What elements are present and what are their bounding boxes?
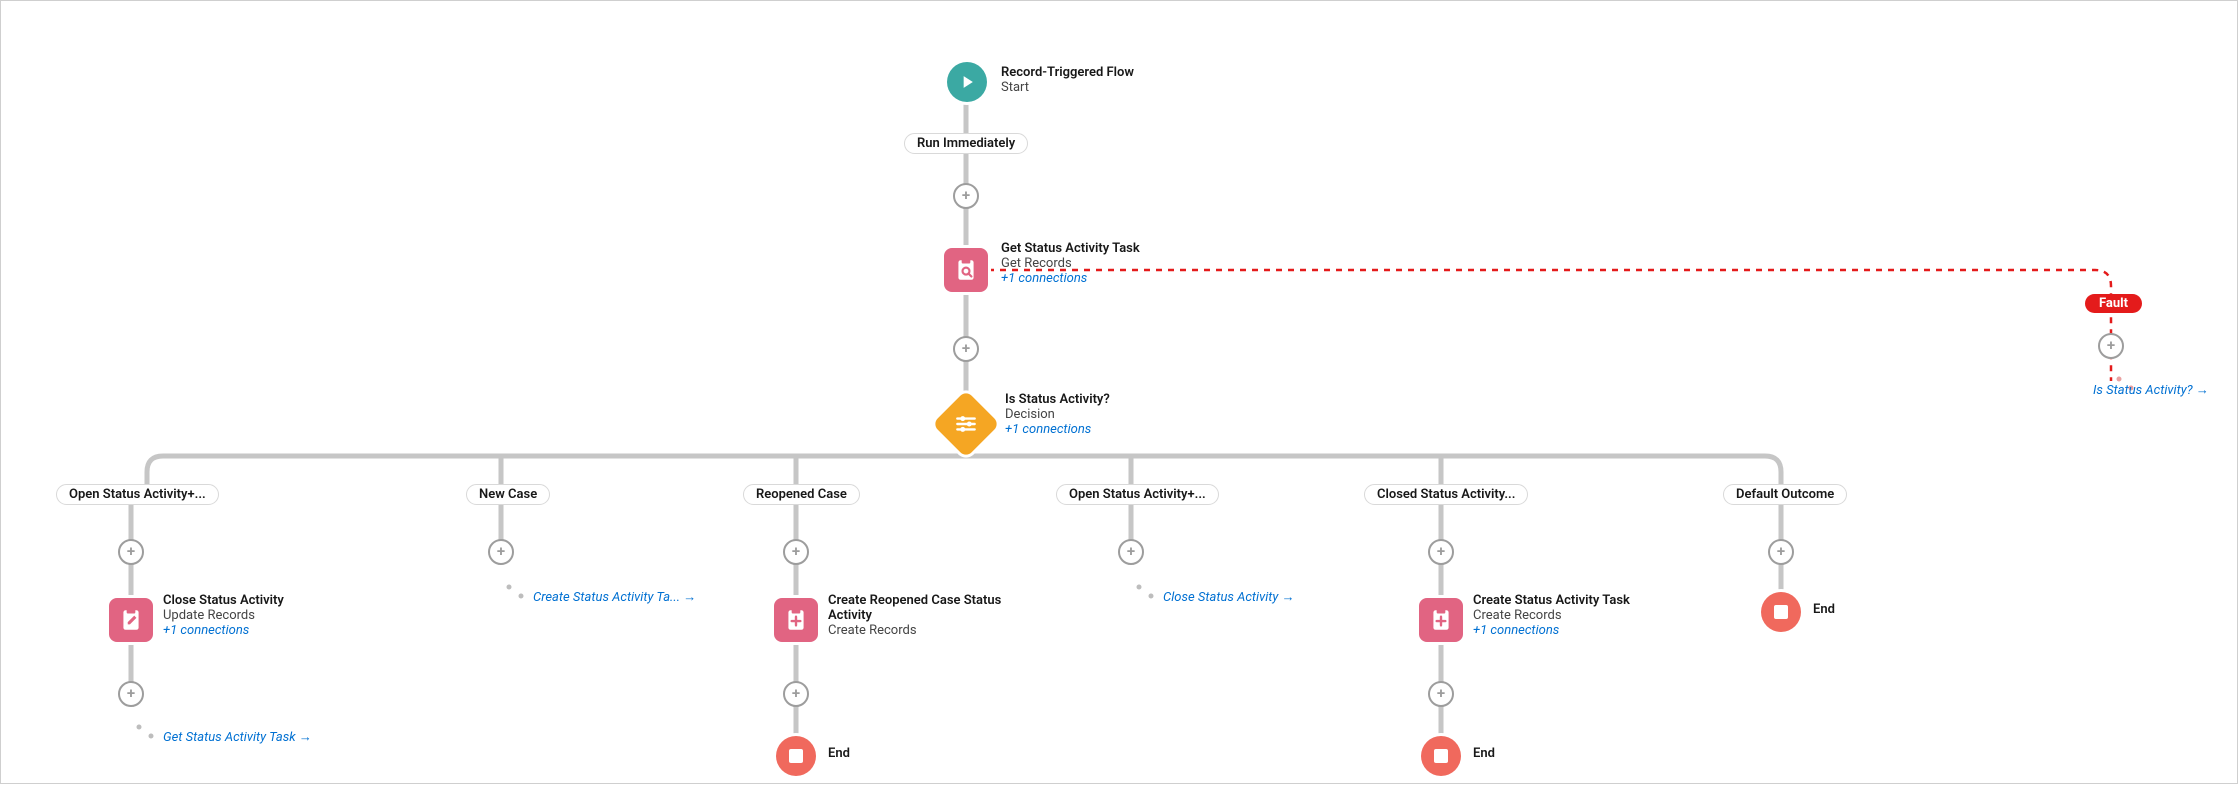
add-element-button[interactable] (783, 539, 809, 565)
update-records-label: Close Status Activity Update Records +1 … (163, 593, 284, 638)
end-node[interactable] (1761, 592, 1801, 632)
create-records-reopened-label: Create Reopened Case Status Activity Cre… (828, 593, 1018, 638)
outcome-pill-3[interactable]: Reopened Case (743, 484, 860, 505)
add-element-button[interactable] (953, 336, 979, 362)
goto-is-status-activity[interactable]: Is Status Activity? (2093, 382, 2209, 398)
outcome-pill-4[interactable]: Open Status Activity+... (1056, 484, 1219, 505)
get-records-label: Get Status Activity Task Get Records +1 … (1001, 241, 1140, 286)
outcome-pill-6[interactable]: Default Outcome (1723, 484, 1847, 505)
outcome-pill-2[interactable]: New Case (466, 484, 550, 505)
create-records-node-reopened[interactable] (774, 598, 818, 642)
get-records-connections-link[interactable]: +1 connections (1001, 271, 1140, 286)
get-records-node[interactable] (944, 248, 988, 292)
decision-label: Is Status Activity? Decision +1 connecti… (1005, 392, 1110, 437)
create-records-closed-label: Create Status Activity Task Create Recor… (1473, 593, 1630, 638)
fault-badge[interactable]: Fault (2085, 294, 2142, 313)
flow-canvas[interactable]: Record-Triggered Flow Start Run Immediat… (0, 0, 2238, 784)
decision-connections-link[interactable]: +1 connections (1005, 422, 1110, 437)
add-element-button[interactable] (2098, 333, 2124, 359)
goto-close-status-activity[interactable]: Close Status Activity (1163, 589, 1295, 605)
add-element-button[interactable] (118, 539, 144, 565)
add-element-button[interactable] (1768, 539, 1794, 565)
update-records-node[interactable] (109, 598, 153, 642)
add-element-button[interactable] (1428, 539, 1454, 565)
goto-get-status-activity-task[interactable]: Get Status Activity Task (163, 729, 312, 745)
goto-create-status-activity-task[interactable]: Create Status Activity Ta... (533, 589, 696, 605)
create-records-node-closed[interactable] (1419, 598, 1463, 642)
add-element-button[interactable] (488, 539, 514, 565)
outcome-pill-1[interactable]: Open Status Activity+... (56, 484, 219, 505)
decision-node[interactable] (932, 390, 1000, 458)
add-element-button[interactable] (118, 681, 144, 707)
end-node[interactable] (1421, 736, 1461, 776)
end-label: End (828, 746, 850, 761)
run-immediately-pill[interactable]: Run Immediately (904, 133, 1028, 154)
update-records-connections-link[interactable]: +1 connections (163, 623, 284, 638)
add-element-button[interactable] (1428, 681, 1454, 707)
end-node[interactable] (776, 736, 816, 776)
add-element-button[interactable] (1118, 539, 1144, 565)
add-element-button[interactable] (783, 681, 809, 707)
end-label: End (1813, 602, 1835, 617)
outcome-pill-5[interactable]: Closed Status Activity... (1364, 484, 1528, 505)
start-node[interactable] (947, 62, 987, 102)
start-label: Record-Triggered Flow Start (1001, 65, 1134, 95)
create-records-closed-connections-link[interactable]: +1 connections (1473, 623, 1630, 638)
end-label: End (1473, 746, 1495, 761)
add-element-button[interactable] (953, 183, 979, 209)
